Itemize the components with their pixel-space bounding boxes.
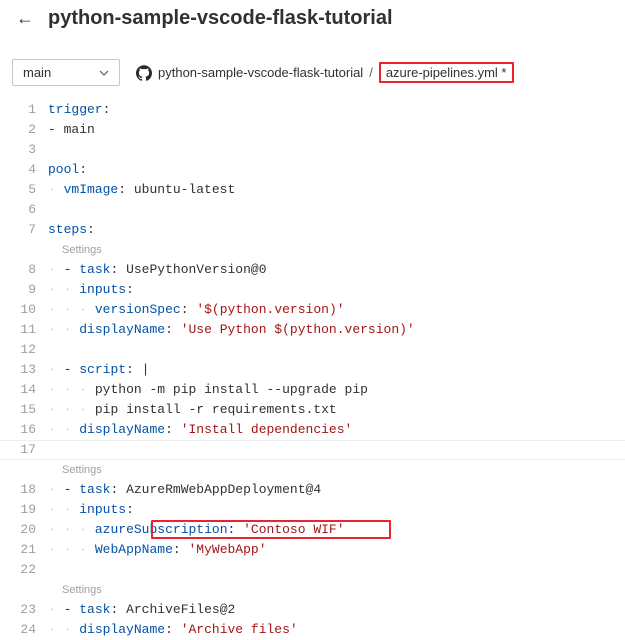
code-line[interactable]: · vmImage: ubuntu-latest [48, 180, 625, 200]
code-line[interactable] [48, 440, 625, 460]
code-line[interactable]: · · displayName: 'Use Python $(python.ve… [48, 320, 625, 340]
code-line[interactable]: · · · WebAppName: 'MyWebApp' [48, 540, 625, 560]
code-line[interactable] [48, 560, 625, 580]
code-line[interactable]: pool: [48, 160, 625, 180]
code-line[interactable] [48, 140, 625, 160]
code-line[interactable]: · - task: UsePythonVersion@0 [48, 260, 625, 280]
back-button[interactable]: ← [12, 6, 38, 31]
breadcrumb-file[interactable]: azure-pipelines.yml * [379, 62, 514, 83]
code-line[interactable]: · - task: ArchiveFiles@2 [48, 600, 625, 620]
breadcrumb: python-sample-vscode-flask-tutorial / az… [136, 62, 514, 83]
code-line[interactable]: - main [48, 120, 625, 140]
code-line[interactable]: steps: [48, 220, 625, 240]
code-line[interactable]: · · · azureSubscription: 'Contoso WIF' [48, 520, 625, 540]
chevron-down-icon [99, 70, 109, 76]
branch-selector[interactable]: main [12, 59, 120, 86]
settings-codelens[interactable]: Settings [48, 240, 625, 260]
code-line[interactable]: · · · pip install -r requirements.txt [48, 400, 625, 420]
settings-codelens[interactable]: Settings [48, 580, 625, 600]
code-line[interactable] [48, 200, 625, 220]
settings-codelens[interactable]: Settings [48, 460, 625, 480]
code-line[interactable]: trigger: [48, 100, 625, 120]
code-line[interactable]: · · inputs: [48, 280, 625, 300]
line-number-gutter: 123456789101112131415161718192021222324 [0, 100, 48, 640]
branch-name: main [23, 65, 51, 80]
code-line[interactable]: · · · versionSpec: '$(python.version)' [48, 300, 625, 320]
code-line[interactable]: · · inputs: [48, 500, 625, 520]
code-line[interactable]: · · displayName: 'Archive files' [48, 620, 625, 640]
github-icon [136, 65, 152, 81]
code-editor[interactable]: 123456789101112131415161718192021222324 … [0, 96, 625, 640]
code-line[interactable]: · · displayName: 'Install dependencies' [48, 420, 625, 440]
code-line[interactable]: · - task: AzureRmWebAppDeployment@4 [48, 480, 625, 500]
code-line[interactable]: · · · python -m pip install --upgrade pi… [48, 380, 625, 400]
code-content[interactable]: trigger:- main pool:· vmImage: ubuntu-lat… [48, 100, 625, 640]
page-title: python-sample-vscode-flask-tutorial [48, 7, 393, 30]
code-line[interactable]: · - script: | [48, 360, 625, 380]
breadcrumb-repo[interactable]: python-sample-vscode-flask-tutorial [158, 65, 363, 80]
breadcrumb-separator: / [369, 65, 373, 80]
code-line[interactable] [48, 340, 625, 360]
